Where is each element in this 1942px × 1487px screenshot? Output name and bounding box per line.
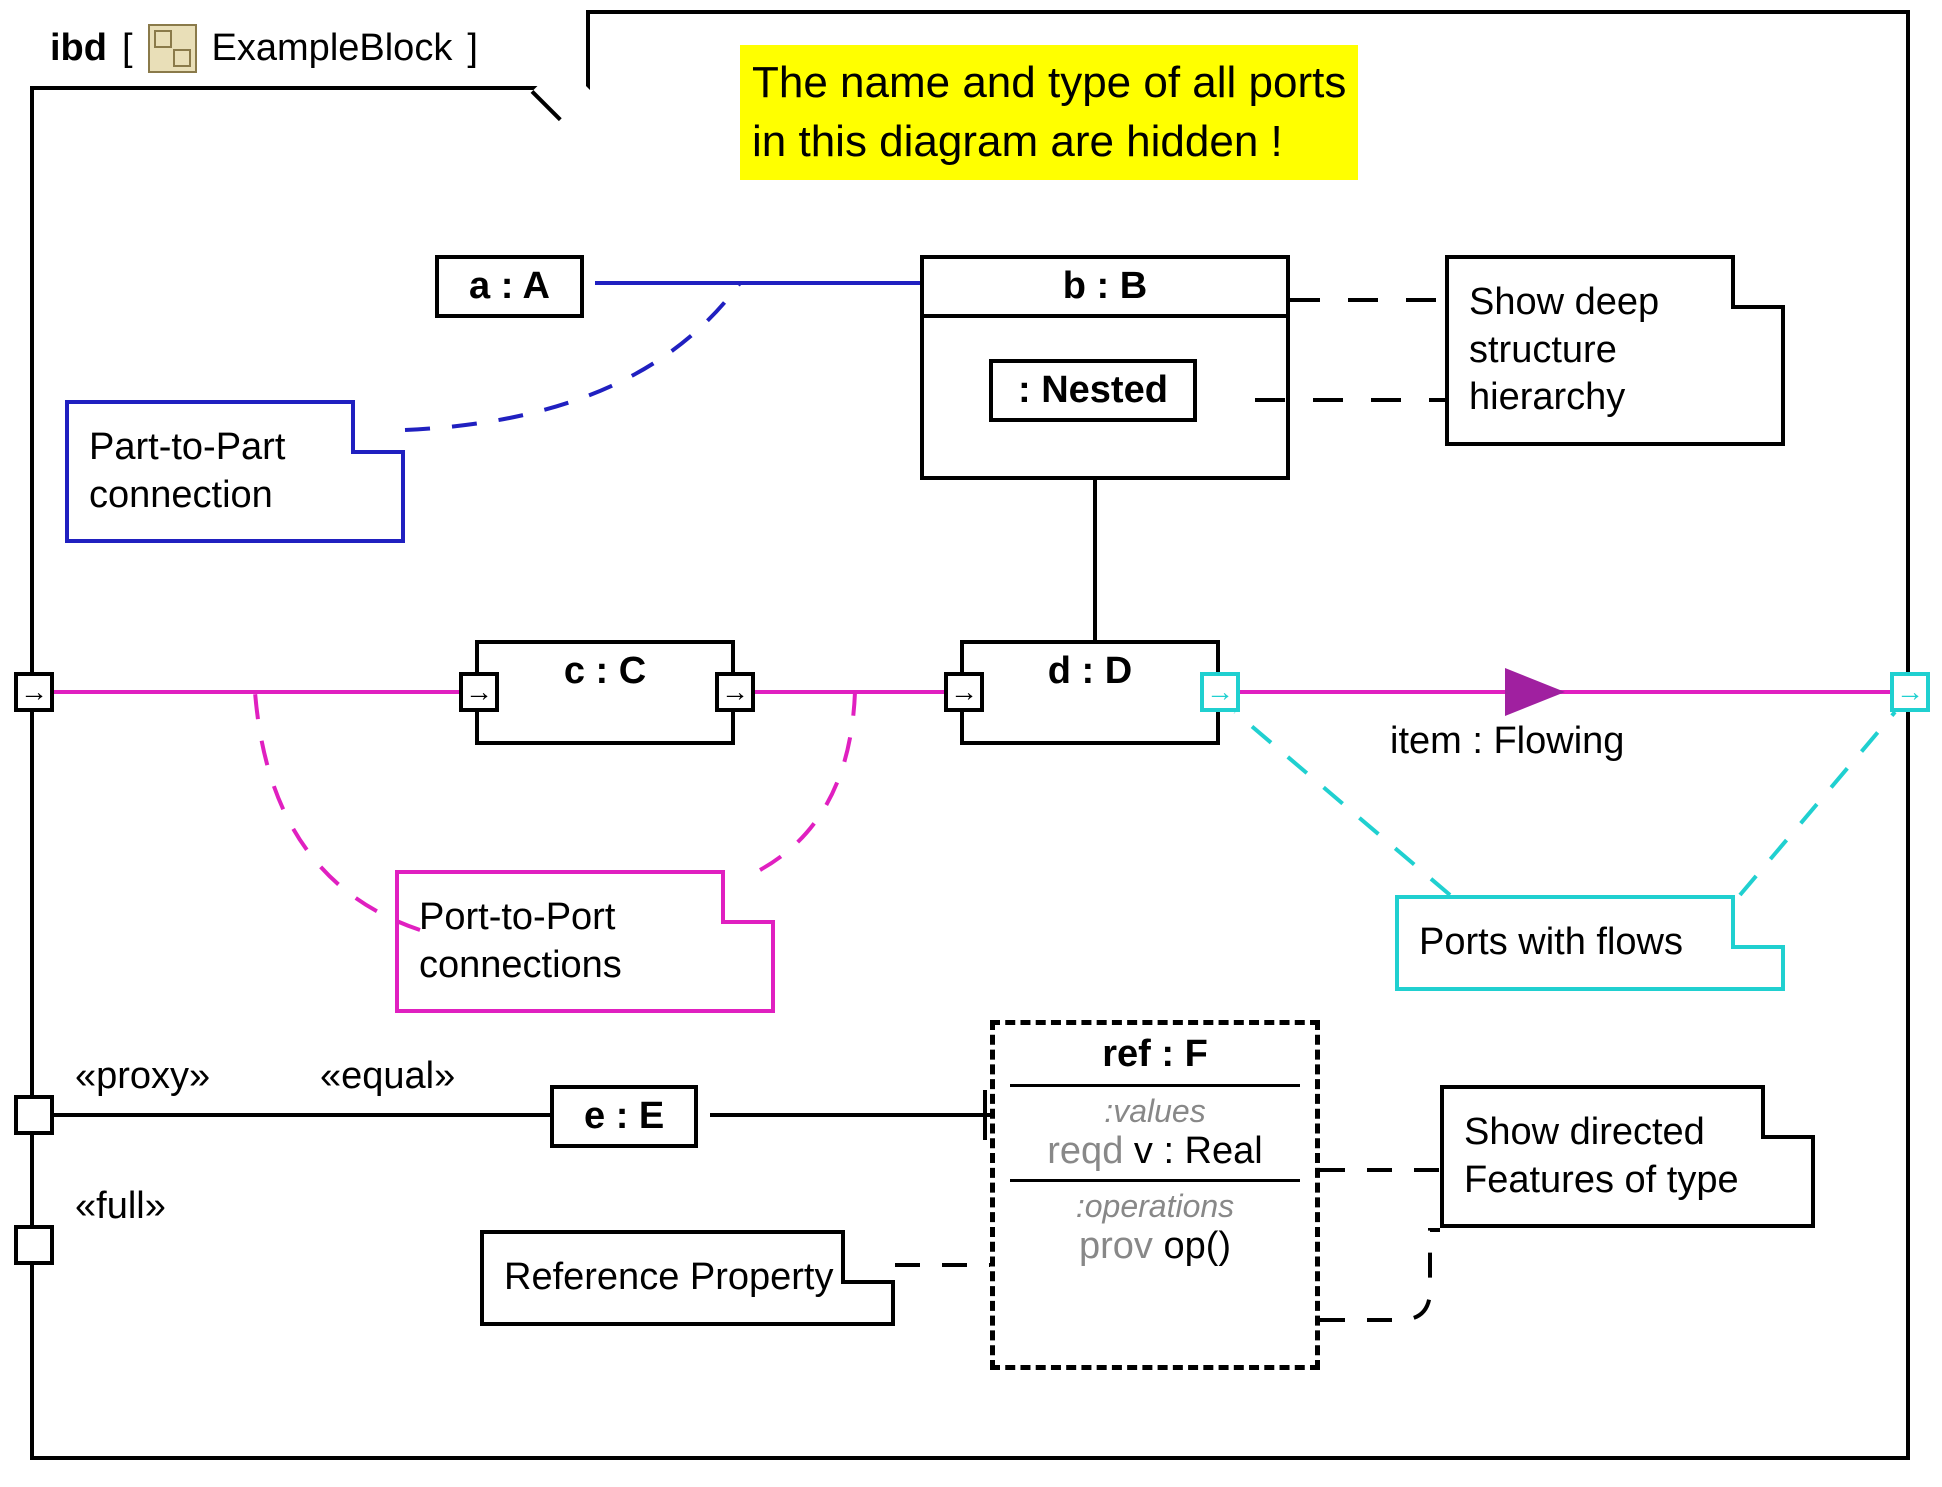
block-b-nested[interactable]: : Nested (989, 359, 1197, 422)
proxy-port[interactable] (14, 1095, 54, 1135)
ibd-icon (148, 24, 197, 73)
equal-label: «equal» (320, 1055, 455, 1098)
note-part-to-part-connection: Part-to-Part connection (65, 400, 405, 543)
ref-values-body: reqd v : Real (1010, 1130, 1300, 1182)
proxy-label: «proxy» (75, 1055, 210, 1098)
arrow-right-icon: → (465, 678, 493, 706)
block-a-label: a : A (439, 259, 580, 314)
frame-right-port[interactable]: → (1890, 672, 1930, 712)
block-c[interactable]: c : C (475, 640, 735, 745)
block-e-label: e : E (554, 1089, 694, 1144)
arrow-right-icon: → (20, 678, 48, 706)
note-ports-with-flows: Ports with flows (1395, 895, 1785, 991)
note-deep-structure: Show deep structure hierarchy (1445, 255, 1785, 446)
block-a[interactable]: a : A (435, 255, 584, 318)
ref-values-heading: :values (995, 1093, 1315, 1130)
block-d[interactable]: d : D (960, 640, 1220, 745)
arrow-right-icon: → (721, 678, 749, 706)
block-d-in-port[interactable]: → (944, 672, 984, 712)
frame-left-port[interactable]: → (14, 672, 54, 712)
block-d-out-port[interactable]: → (1200, 672, 1240, 712)
ref-operations-body: prov op() (1010, 1225, 1300, 1274)
full-label: «full» (75, 1185, 166, 1228)
arrow-right-icon: → (1206, 678, 1234, 706)
note-port-to-port: Port-to-Port connections (395, 870, 775, 1013)
block-c-in-port[interactable]: → (459, 672, 499, 712)
block-e[interactable]: e : E (550, 1085, 698, 1148)
ref-title: ref : F (1010, 1025, 1300, 1087)
block-ref-f[interactable]: ref : F :values reqd v : Real :operation… (990, 1020, 1320, 1370)
block-c-out-port[interactable]: → (715, 672, 755, 712)
frame-kind: ibd (50, 27, 107, 70)
frame-bracket-open: [ (122, 27, 133, 70)
note-directed-features: Show directed Features of type (1440, 1085, 1815, 1228)
diagram-canvas: ibd [ ExampleBlock ] The name and type o… (0, 0, 1942, 1487)
note-reference-property: Reference Property (480, 1230, 895, 1326)
arrow-right-icon: → (1896, 678, 1924, 706)
frame-bracket-close: ] (467, 27, 478, 70)
warning-highlight: The name and type of all ports in this d… (740, 45, 1358, 180)
frame-header: ibd [ ExampleBlock ] (30, 10, 590, 90)
block-c-label: c : C (479, 644, 731, 699)
frame-name: ExampleBlock (212, 27, 453, 70)
block-b[interactable]: b : B : Nested (920, 255, 1290, 480)
block-d-label: d : D (964, 644, 1216, 699)
block-b-label: b : B (924, 259, 1286, 318)
full-port[interactable] (14, 1225, 54, 1265)
item-flow-label: item : Flowing (1390, 720, 1624, 763)
arrow-right-icon: → (950, 678, 978, 706)
ref-operations-heading: :operations (995, 1188, 1315, 1225)
